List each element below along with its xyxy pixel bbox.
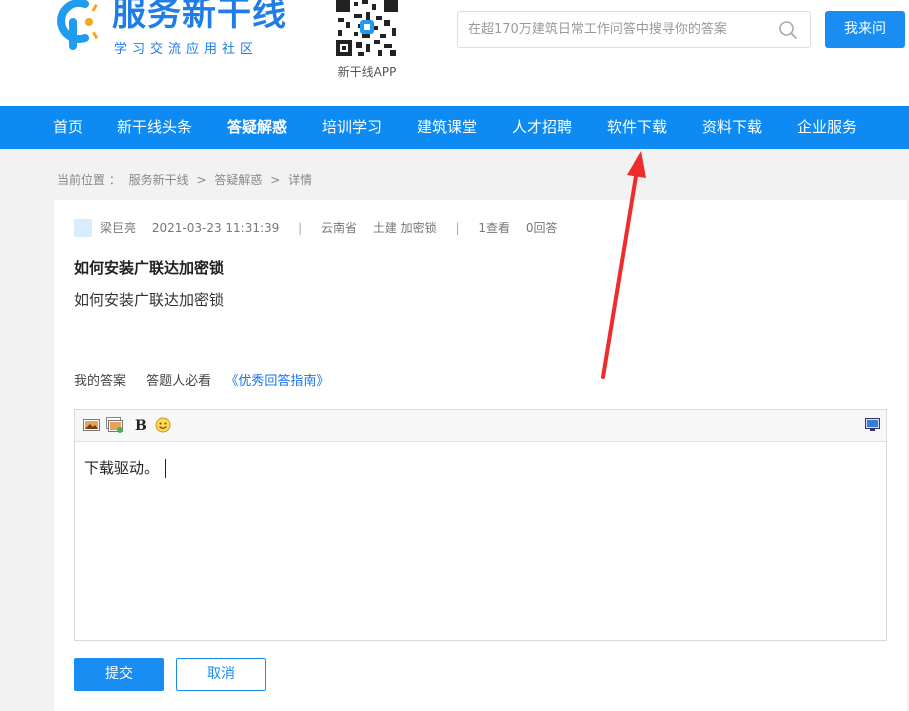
nav-item-headlines[interactable]: 新干线头条 (117, 106, 192, 149)
region-tag: 云南省 (321, 221, 358, 235)
my-answer-label: 我的答案 (74, 374, 127, 389)
preview-icon[interactable] (864, 417, 881, 433)
nav-item-qa[interactable]: 答疑解惑 (227, 106, 287, 149)
gallery-icon[interactable] (106, 417, 123, 433)
text-caret (165, 459, 167, 478)
question-meta: 梁巨亮 2021-03-23 11:31:39 | 云南省 土建 加密锁 | 1… (74, 218, 557, 238)
breadcrumb-separator: > (270, 173, 281, 187)
breadcrumb-prefix: 当前位置 ： (57, 173, 121, 187)
post-datetime: 2021-03-23 11:31:39 (151, 221, 280, 235)
editor-toolbar: B (75, 410, 886, 442)
nav-item-training[interactable]: 培训学习 (322, 106, 382, 149)
emoji-icon[interactable] (155, 417, 172, 433)
breadcrumb-link-home[interactable]: 服务新干线 (129, 173, 189, 187)
cancel-button[interactable]: 取消 (176, 658, 266, 691)
ask-question-button[interactable]: 我来问 (825, 11, 905, 48)
answer-guide-link[interactable]: 《优秀回答指南》 (225, 374, 329, 389)
breadcrumb: 当前位置 ： 服务新干线 > 答疑解惑 > 详情 (57, 171, 316, 188)
qr-code-icon (334, 0, 400, 58)
logo-subtitle: 学习交流应用社区 (114, 42, 259, 57)
author-name[interactable]: 梁巨亮 (100, 221, 136, 235)
search-box (457, 11, 811, 48)
view-count: 1查看 (478, 221, 511, 235)
search-input[interactable] (468, 12, 768, 47)
image-icon[interactable] (83, 417, 100, 433)
meta-divider: | (455, 221, 460, 235)
breadcrumb-link-qa[interactable]: 答疑解惑 (214, 173, 262, 187)
breadcrumb-current: 详情 (288, 173, 313, 187)
site-logo[interactable]: 服务新干线 学习交流应用社区 (50, 0, 290, 62)
site-header: 服务新干线 学习交流应用社区 新干线APP 我来问 (0, 0, 909, 106)
nav-item-classroom[interactable]: 建筑课堂 (417, 106, 477, 149)
category-tags: 土建 加密锁 (372, 221, 437, 235)
logo-mark-icon (57, 0, 99, 50)
bold-icon[interactable]: B (132, 417, 149, 433)
answer-count: 0回答 (525, 221, 558, 235)
question-body: 如何安装广联达加密锁 (74, 291, 225, 309)
search-icon[interactable] (778, 20, 798, 40)
question-title: 如何安装广联达加密锁 (74, 259, 225, 277)
qr-code-label: 新干线APP (337, 65, 397, 79)
must-read-label: 答题人必看 (146, 374, 212, 389)
nav-item-software-download[interactable]: 软件下载 (607, 106, 667, 149)
answer-header: 我的答案 答题人必看 《优秀回答指南》 (74, 370, 329, 389)
nav-item-enterprise[interactable]: 企业服务 (797, 106, 857, 149)
breadcrumb-separator: > (196, 173, 207, 187)
answer-editor: B 下载驱动。 (74, 409, 887, 641)
logo-title: 服务新干线 (112, 0, 287, 34)
submit-button[interactable]: 提交 (74, 658, 164, 691)
bold-glyph: B (135, 418, 147, 433)
main-nav: 首页 新干线头条 答疑解惑 培训学习 建筑课堂 人才招聘 软件下载 资料下载 企… (0, 106, 909, 149)
avatar[interactable] (74, 218, 92, 237)
nav-item-jobs[interactable]: 人才招聘 (512, 106, 572, 149)
nav-item-resources[interactable]: 资料下载 (702, 106, 762, 149)
editor-content[interactable]: 下载驱动。 (84, 457, 167, 478)
meta-divider: | (298, 221, 303, 235)
nav-item-home[interactable]: 首页 (53, 106, 83, 149)
question-card: 梁巨亮 2021-03-23 11:31:39 | 云南省 土建 加密锁 | 1… (54, 200, 907, 711)
editor-text: 下载驱动。 (84, 459, 160, 477)
